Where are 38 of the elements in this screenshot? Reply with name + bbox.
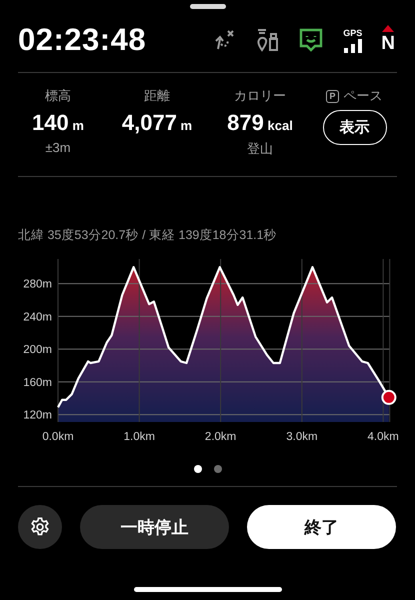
face-speech-icon[interactable]: [298, 27, 324, 53]
show-button[interactable]: 表示: [322, 110, 386, 145]
stat-value: 4,077 m: [122, 110, 192, 136]
elapsed-time: 02:23:48: [18, 22, 148, 58]
parking-badge: P: [326, 90, 338, 102]
y-axis-label: 240m: [23, 311, 52, 324]
pin-and-bottle-icon[interactable]: [255, 28, 280, 52]
signal-bars-icon: [344, 38, 362, 52]
finish-button[interactable]: 終了: [247, 505, 396, 549]
y-axis-label: 200m: [23, 344, 52, 356]
north-arrow-icon: [382, 25, 394, 32]
route-icon[interactable]: [214, 29, 236, 51]
stat-subtext: ±3m: [45, 140, 71, 155]
settings-button[interactable]: [18, 505, 62, 549]
settings-icon: [29, 516, 51, 538]
stat-subtext: 登山: [247, 140, 273, 158]
stat-label: カロリー: [234, 87, 286, 105]
drag-handle[interactable]: [190, 4, 226, 9]
page-indicator-dot[interactable]: [194, 465, 202, 473]
x-axis-label: 2.0km: [204, 431, 236, 443]
y-axis-label: 280m: [23, 278, 52, 291]
stat-value: 140 m: [32, 110, 84, 136]
pause-button[interactable]: 一時停止: [80, 505, 229, 549]
stat-value: 879 kcal: [227, 110, 293, 136]
gps-label: GPS: [343, 28, 362, 38]
x-axis-label: 4.0km: [368, 431, 399, 443]
y-axis-label: 160m: [23, 376, 52, 389]
current-position-marker: [381, 390, 396, 405]
x-axis-label: 0.0km: [42, 431, 74, 443]
y-axis-label: 120m: [23, 410, 52, 422]
page-indicator-dot[interactable]: [214, 465, 222, 473]
x-axis-label: 3.0km: [286, 431, 318, 443]
x-axis-label: 1.0km: [124, 431, 155, 443]
coordinates-text: 北緯 35度53分20.7秒 / 東経 139度18分31.1秒: [17, 227, 278, 244]
stat-label: 標高: [45, 87, 71, 105]
north-label: N: [381, 33, 395, 55]
pace-label: ペース: [344, 87, 382, 105]
stat-label: 距離: [144, 87, 170, 105]
